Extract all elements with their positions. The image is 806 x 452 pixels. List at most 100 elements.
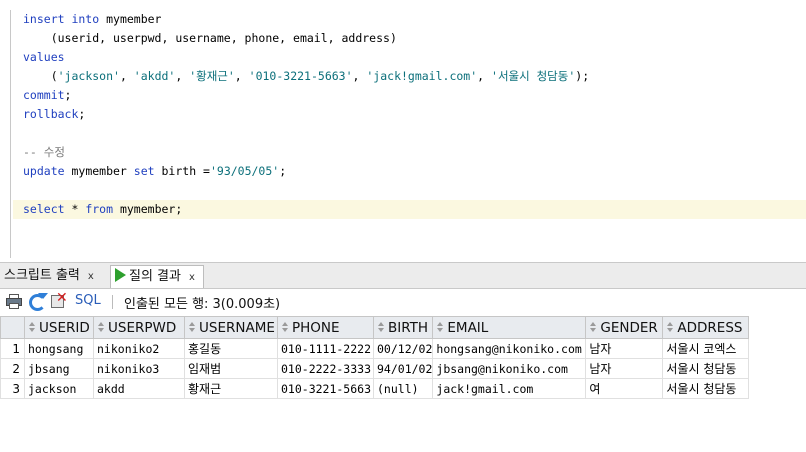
cell-birth[interactable]: (null) [372,378,434,399]
cell-userpwd[interactable]: akdd [93,378,185,399]
row-number[interactable]: 2 [0,358,25,379]
sql-text: mymember; [113,202,183,216]
cell-birth[interactable]: 00/12/02 [372,338,434,359]
sql-text: ; [279,164,287,178]
sql-button[interactable]: SQL [75,293,101,308]
table-row[interactable]: 3 jackson akdd 황재근 010-3221-5663 (null) jack!g… [0,378,750,399]
sql-string: '93/05/05' [209,164,280,178]
table-row[interactable]: 1 hongsang nikoniko2 홍길동 010-1111-2222 00/12/… [0,338,750,359]
result-toolbar: ✕ SQL 인출된 모든 행: 3(0.009초) [0,289,806,315]
cell-username[interactable]: 홍길동 [184,338,278,359]
close-icon[interactable]: x [88,271,94,282]
row-number-header [0,316,25,339]
sort-icon[interactable] [590,321,597,333]
column-header-username[interactable]: USERNAME [184,316,278,339]
cell-userpwd[interactable]: nikoniko3 [93,358,185,379]
results-table[interactable]: USERID USERPWD USERNAME PHONE BIRTH EMAIL GEND… [0,316,750,399]
code-line[interactable]: ('jackson', 'akdd', '황재근', '010-3221-566… [23,67,806,86]
cell-birth[interactable]: 94/01/02 [372,358,434,379]
cell-username[interactable]: 임재범 [184,358,278,379]
code-area[interactable]: insert into mymember (userid, userpwd, u… [13,10,806,219]
column-label: ADDRESS [677,319,743,336]
sql-keyword: rollback [23,107,79,121]
column-label: EMAIL [447,319,489,336]
cell-phone[interactable]: 010-3221-5663 [277,378,374,399]
tab-query-result[interactable]: 질의 결과 x [110,265,204,288]
cell-address[interactable]: 서울시 청담동 [662,358,750,379]
code-line[interactable]: commit; [23,86,806,105]
cell-gender[interactable]: 남자 [585,358,664,379]
cell-userid[interactable]: hongsang [24,338,94,359]
sql-keyword: values [23,50,65,64]
code-line[interactable]: -- 수정 [23,143,806,162]
cell-email[interactable]: jbsang@nikoniko.com [432,358,587,379]
column-header-gender[interactable]: GENDER [585,316,664,339]
results-grid[interactable]: USERID USERPWD USERNAME PHONE BIRTH EMAIL GEND… [0,316,806,399]
column-label: USERPWD [108,319,177,336]
cell-userid[interactable]: jbsang [24,358,94,379]
column-label: PHONE [292,319,340,336]
cell-phone[interactable]: 010-1111-2222 [277,338,374,359]
table-row[interactable]: 2 jbsang nikoniko3 임재범 010-2222-3333 94/01/02… [0,358,750,379]
close-icon[interactable]: x [189,272,195,283]
sort-icon[interactable] [189,321,196,333]
column-header-address[interactable]: ADDRESS [662,316,750,339]
sql-text: ; [64,88,72,102]
code-line[interactable]: update mymember set birth ='93/05/05'; [23,162,806,181]
cell-phone[interactable]: 010-2222-3333 [277,358,374,379]
column-header-userid[interactable]: USERID [24,316,94,339]
cell-email[interactable]: hongsang@nikoniko.com [432,338,587,359]
sql-keyword: insert into [23,12,100,26]
sql-string: 'akdd' [133,69,176,83]
code-line[interactable]: values [23,48,806,67]
sort-icon[interactable] [98,321,105,333]
code-line[interactable] [23,181,806,200]
refresh-icon[interactable] [28,293,48,311]
sql-string: '010-3221-5663' [248,69,353,83]
sql-keyword: from [85,202,114,216]
sort-icon[interactable] [437,321,444,333]
clear-results-icon[interactable]: ✕ [51,291,68,308]
print-icon[interactable] [6,294,22,309]
sql-comment: -- 수정 [23,145,65,159]
cell-gender[interactable]: 남자 [585,338,664,359]
column-header-email[interactable]: EMAIL [432,316,587,339]
column-label: GENDER [600,319,658,336]
tab-label: 질의 결과 [129,269,181,284]
sql-string: 'jack!gmail.com' [366,69,478,83]
row-number[interactable]: 3 [0,378,25,399]
sort-icon[interactable] [667,321,674,333]
cell-email[interactable]: jack!gmail.com [432,378,587,399]
cell-address[interactable]: 서울시 청담동 [662,378,750,399]
play-icon [115,268,126,282]
cell-gender[interactable]: 여 [585,378,664,399]
tab-script-output[interactable]: 스크립트 출력 x [0,265,98,287]
sql-editor[interactable]: insert into mymember (userid, userpwd, u… [0,0,806,258]
fold-guide [10,10,11,258]
code-line[interactable]: insert into mymember [23,10,806,29]
cell-userid[interactable]: jackson [24,378,94,399]
cell-userpwd[interactable]: nikoniko2 [93,338,185,359]
code-line[interactable]: rollback; [23,105,806,124]
column-label: USERID [39,319,90,336]
sort-icon[interactable] [29,321,36,333]
column-header-phone[interactable]: PHONE [277,316,374,339]
sql-string: '서울시 청담동' [491,69,576,83]
column-header-birth[interactable]: BIRTH [372,316,434,339]
sort-icon[interactable] [282,321,289,333]
sort-icon[interactable] [378,321,385,333]
code-line[interactable]: (userid, userpwd, username, phone, email… [23,29,806,48]
row-number[interactable]: 1 [0,338,25,359]
sql-keyword: update [23,164,65,178]
cell-username[interactable]: 황재근 [184,378,278,399]
sql-text: mymember [99,12,162,26]
editor-gutter [0,0,13,258]
cell-address[interactable]: 서울시 코엑스 [662,338,750,359]
code-line[interactable]: select * from mymember; [13,200,806,219]
toolbar-divider [112,295,113,309]
column-header-userpwd[interactable]: USERPWD [93,316,185,339]
sql-text: , [119,69,134,83]
sql-text: birth = [154,164,210,178]
code-line[interactable] [23,124,806,143]
column-label: BIRTH [388,319,429,336]
